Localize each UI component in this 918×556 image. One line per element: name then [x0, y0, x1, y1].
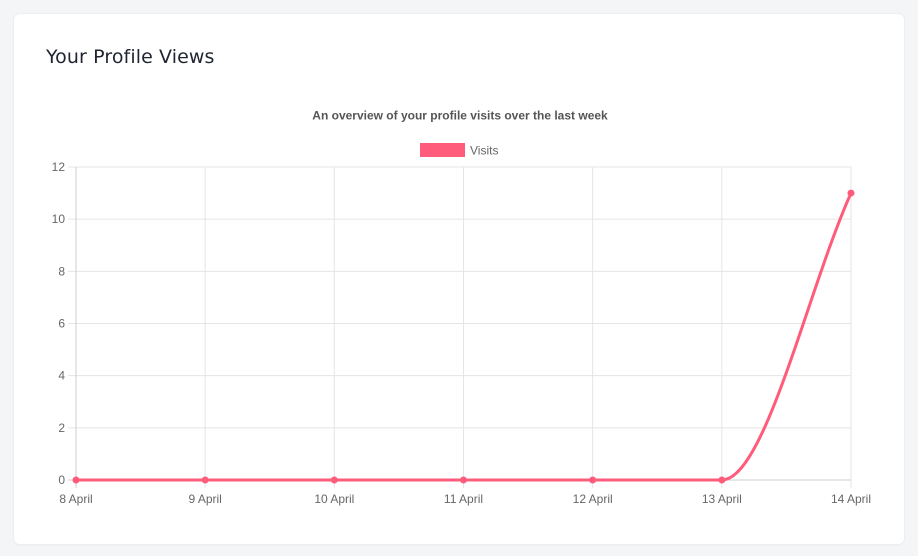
legend-label-visits: Visits [470, 144, 498, 158]
data-point-visits[interactable] [330, 476, 338, 484]
y-tick-label: 0 [58, 473, 65, 487]
y-tick-label: 8 [58, 264, 65, 278]
legend-swatch-visits [420, 143, 465, 157]
y-tick-label: 10 [52, 212, 66, 226]
data-point-visits[interactable] [201, 476, 209, 484]
data-point-visits[interactable] [460, 476, 467, 484]
x-tick-label: 13 April [702, 492, 742, 506]
x-tick-label: 9 April [188, 492, 221, 506]
data-point-visits[interactable] [589, 476, 597, 484]
chart-legend[interactable]: Visits [420, 143, 498, 158]
y-tick-label: 12 [52, 160, 66, 174]
profile-views-chart: An overview of your profile visits over … [52, 109, 871, 507]
x-tick-label: 14 April [831, 492, 871, 506]
chart-grid [68, 166, 852, 488]
x-tick-label: 11 April [444, 492, 483, 506]
x-tick-label: 10 April [314, 492, 354, 506]
y-tick-label: 2 [58, 421, 65, 435]
data-point-visits[interactable] [718, 476, 726, 484]
chart-title: An overview of your profile visits over … [312, 109, 608, 123]
data-point-visits[interactable] [847, 189, 855, 197]
data-point-visits[interactable] [72, 476, 80, 484]
y-tick-label: 6 [58, 317, 65, 331]
y-tick-label: 4 [58, 369, 65, 383]
x-tick-label: 8 April [59, 492, 92, 506]
x-tick-label: 12 April [573, 492, 613, 506]
y-axis-ticks: 0 2 4 6 8 10 12 [52, 160, 66, 487]
x-axis-ticks: 8 April 9 April 10 April 11 April 12 April 13… [59, 492, 871, 506]
